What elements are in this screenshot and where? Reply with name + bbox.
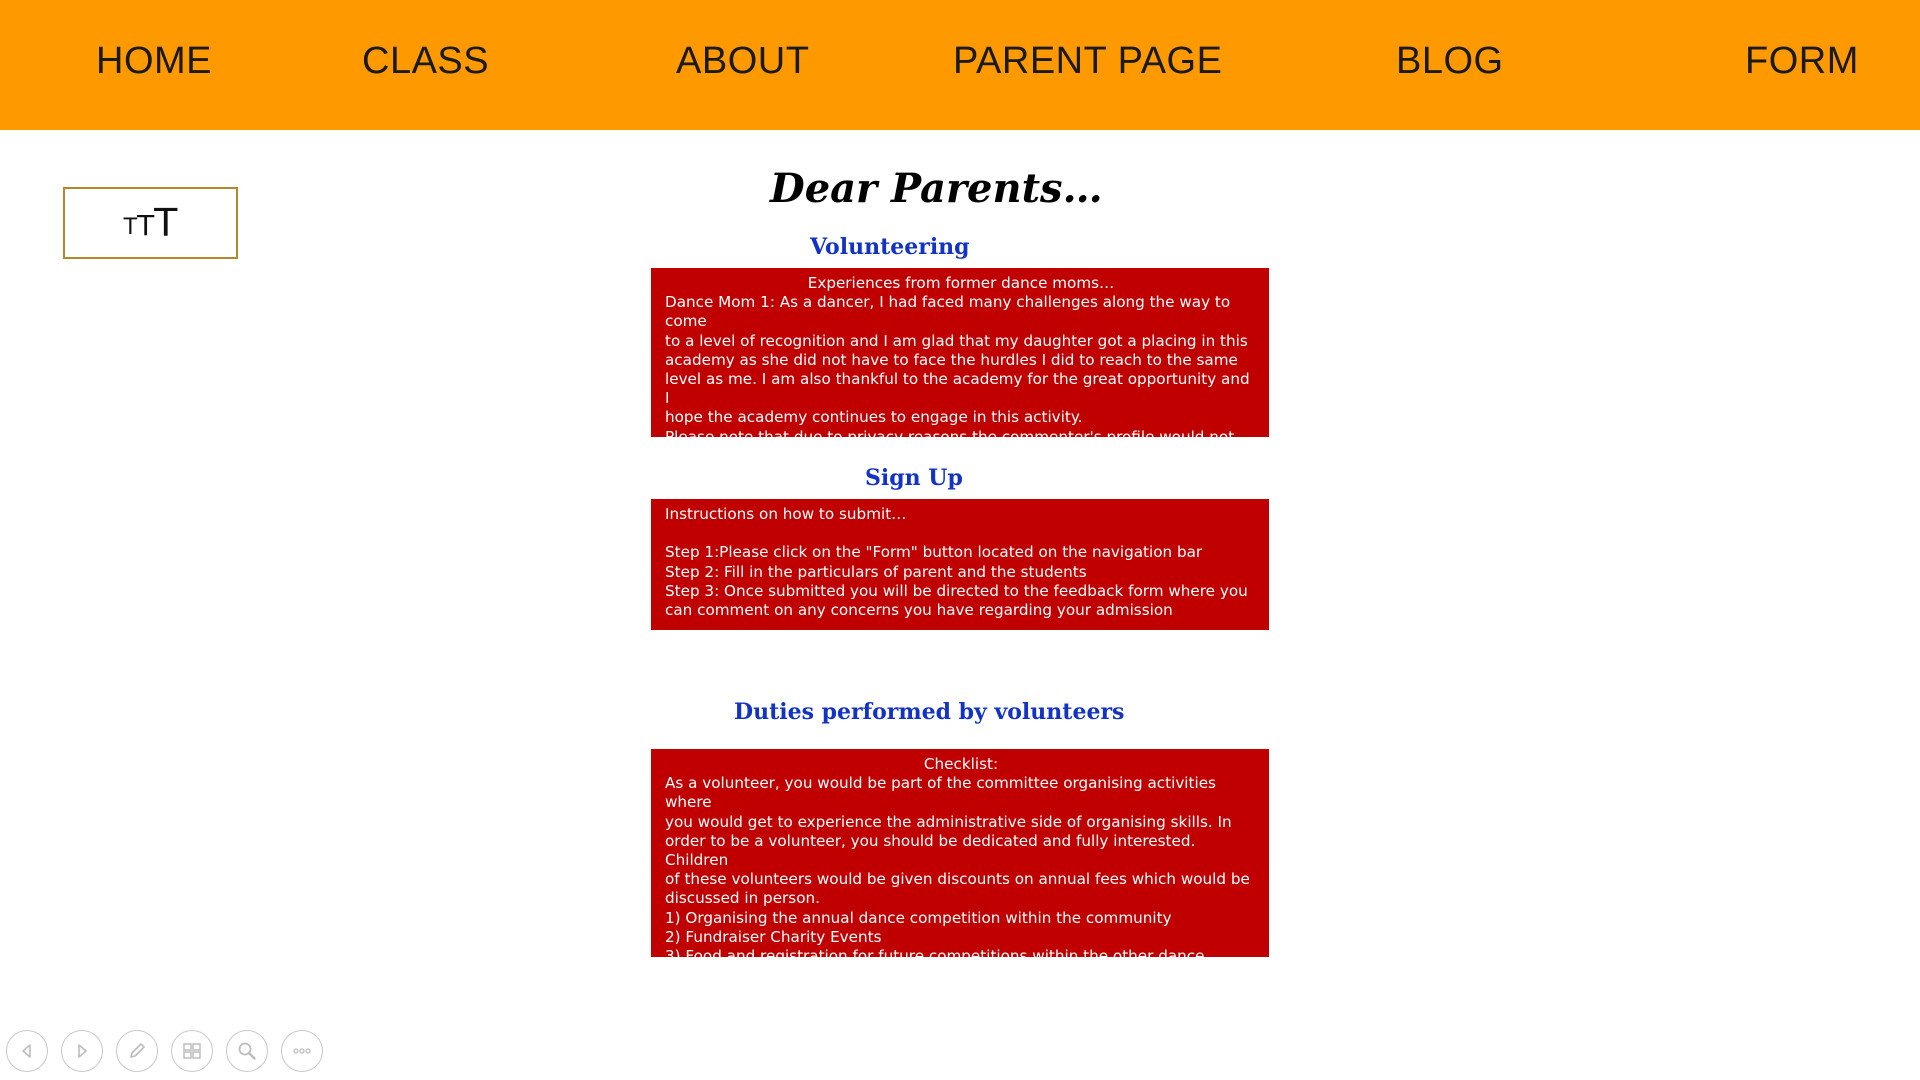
duties-line: you would get to experience the administ… — [665, 812, 1232, 831]
see-all-slides-button[interactable] — [171, 1030, 213, 1072]
duties-line: Checklist: — [923, 755, 999, 773]
next-icon — [78, 1044, 87, 1058]
text-size-button[interactable]: T T T — [63, 187, 238, 259]
volunteering-line: Experiences from former dance moms… — [807, 274, 1115, 292]
signup-line: Step 1:Please click on the "Form" button… — [665, 543, 1203, 562]
text-size-large-glyph: T — [154, 201, 178, 245]
previous-icon — [22, 1044, 31, 1058]
duties-line: 2) Fundraiser Charity Events — [665, 927, 882, 946]
volunteering-box: Experiences from former dance moms… Danc… — [651, 268, 1269, 484]
nav-blog[interactable]: BLOG — [1396, 40, 1504, 83]
signup-line: can comment on any concerns you have reg… — [665, 601, 1173, 619]
slide: HOME CLASS ABOUT PARENT PAGE BLOG FORM T… — [0, 0, 1920, 1080]
pen-icon — [130, 1043, 145, 1058]
duties-line: of these volunteers would be given disco… — [665, 870, 1250, 889]
zoom-button[interactable] — [226, 1030, 268, 1072]
zoom-icon — [238, 1042, 256, 1060]
signup-line: Step 3: Once submitted you will be direc… — [665, 581, 1248, 600]
nav-class[interactable]: CLASS — [362, 40, 489, 83]
duties-box: Checklist: As a volunteer, you would be … — [651, 749, 1269, 984]
slideshow-toolbar — [6, 1030, 323, 1074]
nav-parent-page[interactable]: PARENT PAGE — [953, 40, 1222, 83]
signup-blank-line — [665, 524, 1257, 543]
volunteering-line: Dance Mom 1: As a dancer, I had faced ma… — [665, 293, 1231, 331]
signup-line: Instructions on how to submit… — [665, 505, 907, 523]
volunteering-line: to a level of recognition and I am glad … — [665, 331, 1248, 350]
text-size-medium-glyph: T — [137, 208, 155, 242]
next-slide-button[interactable] — [61, 1030, 103, 1072]
volunteering-line: level as me. I am also thankful to the a… — [665, 370, 1250, 408]
duties-line: order to be a volunteer, you should be d… — [665, 831, 1196, 870]
volunteering-heading: Volunteering — [810, 234, 970, 260]
duties-line: academies — [665, 966, 748, 985]
pen-button[interactable] — [116, 1030, 158, 1072]
volunteering-line: hope the academy continues to engage in … — [665, 408, 1083, 427]
signup-heading: Sign Up — [865, 465, 963, 491]
previous-slide-button[interactable] — [6, 1030, 48, 1072]
duties-heading: Duties performed by volunteers — [734, 699, 1125, 725]
page-title: Dear Parents… — [770, 165, 1103, 212]
slides-grid-icon — [183, 1043, 201, 1059]
duties-line: discussed in person. — [665, 889, 820, 908]
signup-box: Instructions on how to submit… Step 1:Pl… — [651, 499, 1269, 630]
navigation-bar: HOME CLASS ABOUT PARENT PAGE BLOG FORM — [0, 0, 1920, 130]
volunteering-line: Please note that due to privacy reasons … — [665, 427, 1235, 465]
nav-home[interactable]: HOME — [96, 40, 212, 83]
more-icon — [293, 1048, 311, 1054]
duties-line: 1) Organising the annual dance competiti… — [665, 908, 1172, 927]
duties-line: 3) Food and registration for future comp… — [665, 947, 1205, 966]
signup-line: Step 2: Fill in the particulars of paren… — [665, 562, 1087, 581]
nav-form[interactable]: FORM — [1745, 40, 1859, 83]
nav-about[interactable]: ABOUT — [676, 40, 809, 83]
duties-line: As a volunteer, you would be part of the… — [665, 774, 1216, 812]
more-options-button[interactable] — [281, 1030, 323, 1072]
volunteering-line: academy as she did not have to face the … — [665, 350, 1238, 369]
text-size-small-glyph: T — [123, 214, 138, 240]
